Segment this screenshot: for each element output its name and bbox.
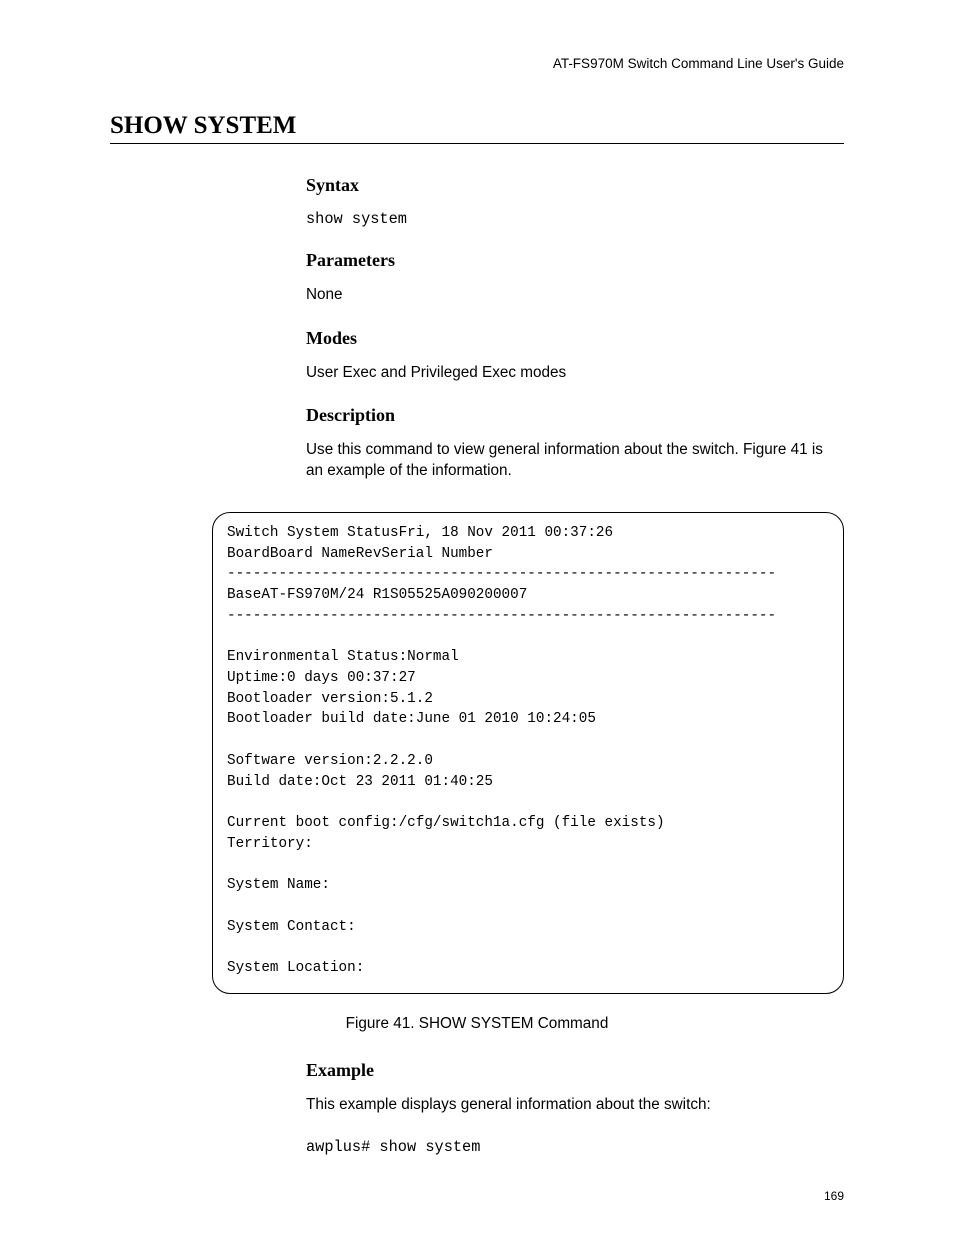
- page-number: 169: [824, 1189, 844, 1203]
- example-command: awplus# show system: [306, 1138, 844, 1156]
- code-output-box: Switch System StatusFri, 18 Nov 2011 00:…: [212, 512, 844, 994]
- description-heading: Description: [306, 405, 844, 426]
- modes-text: User Exec and Privileged Exec modes: [306, 363, 844, 384]
- figure-caption: Figure 41. SHOW SYSTEM Command: [0, 1015, 954, 1033]
- example-intro: This example displays general informatio…: [306, 1095, 844, 1116]
- example-heading: Example: [306, 1060, 844, 1081]
- document-header: AT-FS970M Switch Command Line User's Gui…: [553, 56, 844, 71]
- syntax-text: show system: [306, 210, 844, 228]
- parameters-text: None: [306, 285, 844, 306]
- example-block: Example This example displays general in…: [306, 1060, 844, 1178]
- parameters-heading: Parameters: [306, 250, 844, 271]
- content-block: Syntax show system Parameters None Modes…: [306, 175, 844, 504]
- modes-heading: Modes: [306, 328, 844, 349]
- syntax-heading: Syntax: [306, 175, 844, 196]
- page-title: SHOW SYSTEM: [110, 112, 844, 144]
- description-text: Use this command to view general informa…: [306, 440, 844, 481]
